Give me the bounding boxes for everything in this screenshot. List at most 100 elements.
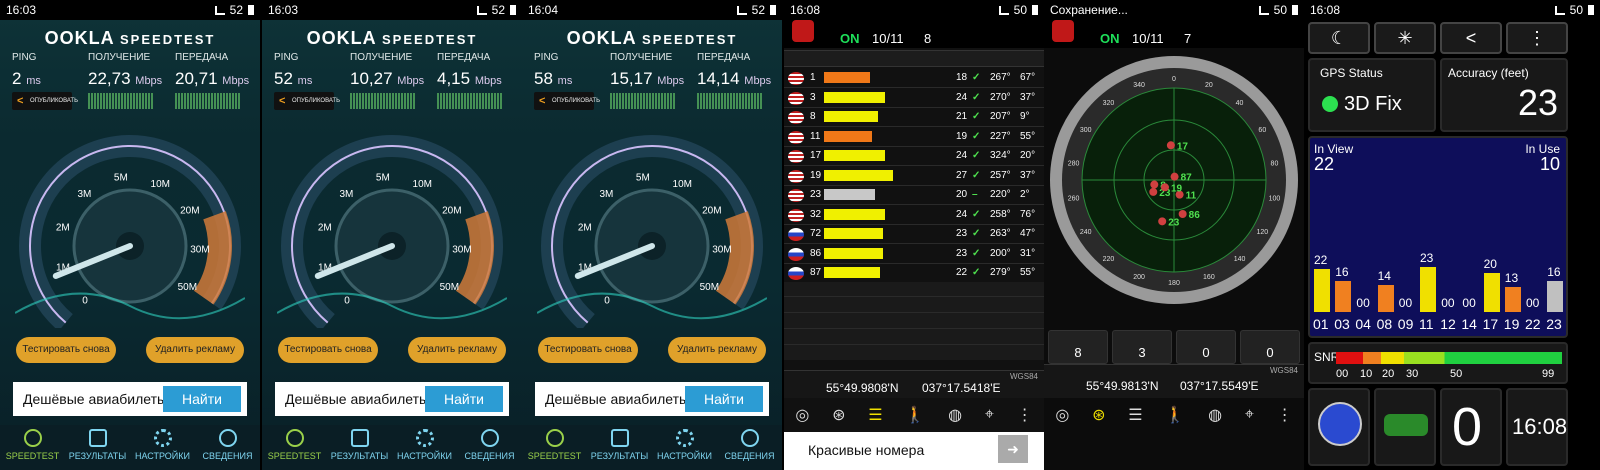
constellation-count[interactable]: 8	[1048, 330, 1108, 364]
share-button[interactable]: ОПУБЛИКОВАТЬ	[534, 92, 600, 110]
compass-tick-label: 40	[1236, 100, 1244, 107]
sat-id: 1	[810, 72, 816, 83]
sat-id: 17	[810, 150, 822, 161]
nav-speedtest[interactable]: SPEEDTEST	[0, 425, 65, 470]
bottom-nav: SPEEDTEST РЕЗУЛЬТАТЫ НАСТРОЙКИ СВЕДЕНИЯ	[0, 425, 260, 470]
constellation-count[interactable]: 3	[1112, 330, 1172, 364]
ad-banner[interactable]: Дешёвые авиабилеты: Найти	[535, 382, 769, 416]
retest-button[interactable]: Тестировать снова	[16, 337, 116, 363]
ad-banner[interactable]: Дешёвые авиабилеты: Найти	[275, 382, 509, 416]
sat-id: 3	[810, 91, 816, 103]
ad-find-button[interactable]: Найти	[425, 386, 503, 412]
satellite-snr-chart[interactable]: In View 22 In Use 10 22 01 16 03 00 04 14 08 00 0…	[1308, 136, 1568, 338]
menu-icon[interactable]: ⋮	[1017, 405, 1033, 425]
gear-icon	[415, 429, 434, 447]
nav-info[interactable]: СВЕДЕНИЯ	[195, 425, 260, 470]
table-row[interactable]: 86 23 ✓ 200° 31°	[784, 244, 1044, 264]
nav-label: НАСТРОЙКИ	[657, 451, 712, 461]
ad-text: Дешёвые авиабилеты:	[285, 391, 433, 407]
remove-ads-button[interactable]: Удалить рекламу	[146, 337, 244, 363]
gauge-tick-label: 10M	[673, 179, 692, 190]
walk-icon[interactable]: 🚶	[1165, 405, 1185, 425]
walk-icon[interactable]: 🚶	[905, 405, 925, 425]
compass-tick-label: 200	[1133, 274, 1145, 281]
table-row[interactable]: 19 27 ✓ 257° 37°	[784, 166, 1044, 186]
ad-find-button[interactable]: Найти	[163, 386, 241, 412]
fix-dot-icon	[1322, 96, 1338, 112]
table-row[interactable]: 11 19 ✓ 227° 55°	[784, 127, 1044, 147]
nav-label: SPEEDTEST	[527, 451, 582, 461]
snr-scale-tile[interactable]: SNR 00 10 20 30 50 99	[1308, 342, 1568, 384]
table-row[interactable]: 3 24 ✓ 270° 37°	[784, 88, 1044, 108]
nav-speedtest[interactable]: SPEEDTEST	[522, 425, 587, 470]
sat-id: 32	[810, 208, 822, 220]
snr-tick: 30	[1406, 368, 1419, 380]
sky-map-tile[interactable]	[1308, 388, 1370, 466]
compass-icon[interactable]: ◎	[1055, 405, 1069, 425]
upload-number: 20,71	[175, 69, 218, 88]
satellite-label: 23	[1168, 217, 1180, 228]
snr-bar	[824, 189, 875, 200]
pin-icon[interactable]: ⌖	[985, 406, 994, 424]
nav-speedtest[interactable]: SPEEDTEST	[262, 425, 327, 470]
table-row[interactable]: 32 24 ✓ 258° 76°	[784, 205, 1044, 225]
accuracy-tile[interactable]: Accuracy (feet) 23	[1440, 58, 1568, 132]
ad-find-button[interactable]: Найти	[685, 386, 763, 412]
retest-button[interactable]: Тестировать снова	[538, 337, 638, 363]
android-logo-icon[interactable]	[792, 20, 814, 42]
pin-icon[interactable]: ⌖	[1245, 406, 1254, 424]
battery-icon	[1292, 5, 1298, 15]
night-mode-button[interactable]: ☾	[1308, 22, 1370, 54]
table-row[interactable]: 1 18 ✓ 267° 67°	[784, 68, 1044, 88]
speed-gauge: 01M2M3M5M10M20M30M50M	[15, 135, 245, 328]
constellation-count[interactable]: 0	[1240, 330, 1300, 364]
android-logo-icon[interactable]	[1052, 20, 1074, 42]
retest-button[interactable]: Тестировать снова	[278, 337, 378, 363]
zero-tile[interactable]: 0	[1440, 388, 1502, 466]
menu-button[interactable]: ⋮	[1506, 22, 1568, 54]
nav-settings[interactable]: НАСТРОЙКИ	[652, 425, 717, 470]
table-row[interactable]: 8 21 ✓ 207° 9°	[784, 107, 1044, 127]
nav-info[interactable]: СВЕДЕНИЯ	[717, 425, 782, 470]
snr-bar	[1420, 267, 1436, 312]
table-row[interactable]: 23 20 – 220° 2°	[784, 185, 1044, 205]
ad-banner[interactable]: Дешёвые авиабилеты: Найти	[13, 382, 247, 416]
menu-icon[interactable]: ⋮	[1277, 405, 1293, 425]
nav-results[interactable]: РЕЗУЛЬТАТЫ	[587, 425, 652, 470]
radar-icon[interactable]: ⊛	[1092, 405, 1105, 425]
clock-tile[interactable]: 16:08	[1506, 388, 1568, 466]
remove-ads-button[interactable]: Удалить рекламу	[408, 337, 506, 363]
radar-icon[interactable]: ⊛	[832, 405, 845, 425]
sat-id: 19	[1503, 316, 1520, 332]
globe-icon[interactable]: ◍	[1208, 405, 1222, 425]
gps-status-tile[interactable]: GPS Status 3D Fix	[1308, 58, 1436, 132]
nav-settings[interactable]: НАСТРОЙКИ	[130, 425, 195, 470]
sat-id: 11	[1419, 316, 1434, 332]
compass-tick-label: 20	[1205, 82, 1213, 89]
list-icon[interactable]: ☰	[868, 405, 882, 425]
world-map-tile[interactable]	[1374, 388, 1436, 466]
nav-settings[interactable]: НАСТРОЙКИ	[392, 425, 457, 470]
constellation-count[interactable]: 0	[1176, 330, 1236, 364]
arrow-icon[interactable]: ➜	[998, 435, 1028, 463]
table-row[interactable]: 72 23 ✓ 263° 47°	[784, 224, 1044, 244]
nav-info[interactable]: СВЕДЕНИЯ	[457, 425, 522, 470]
globe-icon[interactable]: ◍	[948, 405, 962, 425]
gauge-tick-label: 50M	[700, 282, 719, 293]
snr-bar	[1547, 281, 1564, 312]
snr-bar	[824, 150, 885, 161]
nav-results[interactable]: РЕЗУЛЬТАТЫ	[65, 425, 130, 470]
table-row[interactable]: 87 22 ✓ 279° 55°	[784, 263, 1044, 283]
list-icon[interactable]: ☰	[1128, 405, 1142, 425]
share-button[interactable]: ОПУБЛИКОВАТЬ	[274, 92, 340, 110]
compass-icon[interactable]: ◎	[795, 405, 809, 425]
snr-value: 00	[1356, 296, 1370, 310]
share-button[interactable]: <	[1440, 22, 1502, 54]
nav-results[interactable]: РЕЗУЛЬТАТЫ	[327, 425, 392, 470]
used-check: ✓	[972, 208, 981, 220]
brightness-button[interactable]: ✳	[1374, 22, 1436, 54]
remove-ads-button[interactable]: Удалить рекламу	[668, 337, 766, 363]
table-row[interactable]: 17 24 ✓ 324° 20°	[784, 146, 1044, 166]
ad-banner[interactable]: Красивые номера ➜	[784, 432, 1044, 470]
share-button[interactable]: ОПУБЛИКОВАТЬ	[12, 92, 78, 110]
